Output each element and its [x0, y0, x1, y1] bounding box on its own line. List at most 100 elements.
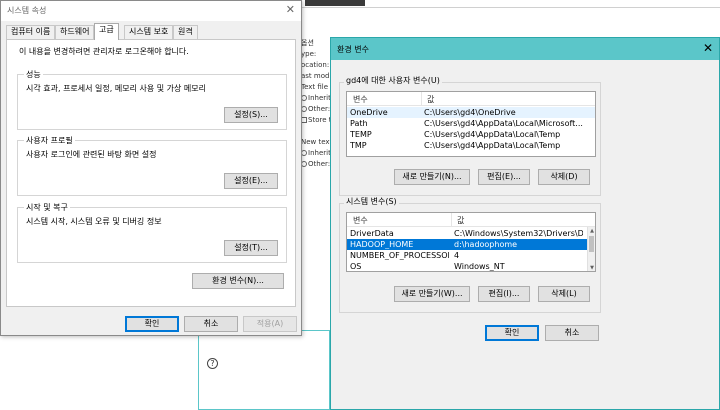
background-side-label-text: 옵션	[301, 39, 314, 47]
background-side-label-text: New text	[301, 138, 331, 146]
window-title: 환경 변수	[337, 45, 369, 54]
background-side-label[interactable]: Other:	[301, 159, 331, 170]
table-row[interactable]: TMP C:\Users\gd4\AppData\Local\Temp	[347, 140, 595, 151]
user-variables-group: gd4에 대한 사용자 변수(U) 변수 값 OneDrive C:\Users\…	[339, 75, 601, 196]
user-variables-label: gd4에 대한 사용자 변수(U)	[344, 75, 442, 86]
user-profiles-group: 사용자 프로필 사용자 로그인에 관련된 바탕 화면 설정 설정(E)...	[17, 135, 287, 196]
system-delete-button[interactable]: 삭제(L)	[538, 286, 590, 302]
user-profiles-settings-button[interactable]: 설정(E)...	[224, 173, 278, 189]
column-divider[interactable]	[421, 92, 422, 106]
table-row[interactable]: NUMBER_OF_PROCESSORS 4	[347, 250, 595, 261]
background-side-label: ype:	[301, 49, 331, 60]
background-side-label: ast modifie	[301, 71, 331, 82]
background-side-label-text: Inherite	[308, 94, 331, 102]
performance-label: 성능	[24, 69, 43, 80]
variable-value-cell: C:\Users\gd4\AppData\Local\Temp	[424, 141, 561, 150]
table-row[interactable]: TEMP C:\Users\gd4\AppData\Local\Temp	[347, 129, 595, 140]
variable-value-cell: C:\Users\gd4\AppData\Local\Temp	[424, 130, 561, 139]
tab-hardware[interactable]: 하드웨어	[55, 25, 95, 39]
user-edit-button[interactable]: 편집(E)...	[478, 169, 530, 185]
background-side-label: Text file e	[301, 82, 331, 93]
table-row[interactable]: OneDrive C:\Users\gd4\OneDrive	[347, 107, 595, 118]
ok-button[interactable]: 확인	[485, 325, 539, 341]
system-edit-button[interactable]: 편집(I)...	[478, 286, 530, 302]
system-properties-window: 시스템 속성 ✕ 컴퓨터 이름 하드웨어 고급 시스템 보호 원격 이 내용을 …	[0, 0, 302, 336]
system-new-button[interactable]: 새로 만들기(W)...	[394, 286, 470, 302]
background-side-label: 옵션	[301, 38, 331, 49]
list-header: 변수 값	[347, 213, 595, 227]
user-new-button[interactable]: 새로 만들기(N)...	[394, 169, 470, 185]
variable-name-cell: OneDrive	[350, 108, 388, 117]
close-icon[interactable]: ✕	[286, 4, 295, 16]
system-variables-group: 시스템 변수(S) 변수 값 DriverData C:\Windows\Syst…	[339, 196, 601, 313]
startup-recovery-group: 시작 및 복구 시스템 시작, 시스템 오류 및 디버깅 정보 설정(T)...	[17, 202, 287, 263]
table-row[interactable]: DriverData C:\Windows\System32\Drivers\Dr	[347, 228, 595, 239]
variable-name-cell: DriverData	[350, 229, 394, 238]
list-header: 변수 값	[347, 92, 595, 106]
environment-variables-button[interactable]: 환경 변수(N)...	[192, 273, 284, 289]
variable-name-cell: TEMP	[350, 130, 372, 139]
scroll-down-icon[interactable]: ▼	[588, 264, 595, 271]
background-side-label-text: Store t	[308, 116, 331, 124]
background-side-label-text: ast modifie	[301, 72, 331, 80]
table-row[interactable]: Path C:\Users\gd4\AppData\Local\Microsoft…	[347, 118, 595, 129]
variable-value-cell: C:\Users\gd4\AppData\Local\Microsoft...	[424, 119, 583, 128]
variable-name-cell: NUMBER_OF_PROCESSORS	[350, 251, 449, 260]
user-variables-list[interactable]: 변수 값 OneDrive C:\Users\gd4\OneDrive Path C:…	[346, 91, 596, 157]
ok-button[interactable]: 확인	[125, 316, 179, 332]
vertical-scrollbar[interactable]: ▲ ▼	[587, 227, 595, 271]
startup-recovery-settings-button[interactable]: 설정(T)...	[224, 240, 278, 256]
background-side-label: ocation:	[301, 60, 331, 71]
column-header-value[interactable]: 값	[457, 215, 464, 226]
background-dark-strip	[305, 0, 365, 6]
background-side-label-text: Text file e	[301, 83, 331, 91]
table-row[interactable]: HADOOP_HOME d:\hadoophome	[347, 239, 595, 250]
column-header-variable[interactable]: 변수	[353, 94, 368, 105]
variable-name-cell: TMP	[350, 141, 367, 150]
user-profiles-description: 사용자 로그인에 관련된 바탕 화면 설정	[26, 150, 157, 159]
advanced-tab-panel: 이 내용을 변경하려면 관리자로 로그온해야 합니다. 성능 시각 효과, 프로…	[6, 39, 296, 307]
background-side-label[interactable]: Inherite	[301, 93, 331, 104]
cancel-button[interactable]: 취소	[545, 325, 599, 341]
variable-name-cell: Path	[350, 119, 368, 128]
background-side-label[interactable]: Other:	[301, 104, 331, 115]
background-side-label-text: Inherite	[308, 149, 331, 157]
variable-name-cell: OS	[350, 262, 362, 271]
background-side-label[interactable]: Store t	[301, 115, 331, 126]
help-icon[interactable]: ?	[207, 358, 218, 369]
tab-advanced[interactable]: 고급	[94, 23, 119, 40]
scroll-up-icon[interactable]: ▲	[588, 227, 595, 235]
startup-recovery-description: 시스템 시작, 시스템 오류 및 디버깅 정보	[26, 217, 162, 226]
column-header-variable[interactable]: 변수	[353, 215, 368, 226]
user-delete-button[interactable]: 삭제(D)	[538, 169, 590, 185]
background-side-label	[301, 126, 331, 137]
variable-value-cell: Windows_NT	[454, 262, 505, 271]
admin-notice: 이 내용을 변경하려면 관리자로 로그온해야 합니다.	[19, 47, 189, 56]
background-side-label[interactable]: Inherite	[301, 148, 331, 159]
tab-remote[interactable]: 원격	[173, 25, 198, 39]
background-side-label-text: Other:	[308, 105, 331, 113]
background-panel	[198, 330, 330, 410]
tab-system-protection[interactable]: 시스템 보호	[124, 25, 174, 39]
variable-name-cell: HADOOP_HOME	[350, 240, 414, 249]
system-variables-list[interactable]: 변수 값 DriverData C:\Windows\System32\Drive…	[346, 212, 596, 272]
column-divider[interactable]	[451, 213, 452, 227]
environment-variables-window: 환경 변수 ✕ gd4에 대한 사용자 변수(U) 변수 값 OneDrive C…	[330, 37, 720, 410]
startup-recovery-label: 시작 및 복구	[24, 202, 70, 213]
cancel-button[interactable]: 취소	[184, 316, 238, 332]
performance-description: 시각 효과, 프로세서 일정, 메모리 사용 및 가상 메모리	[26, 84, 206, 93]
background-side-label: New text	[301, 137, 331, 148]
scroll-thumb[interactable]	[589, 236, 594, 252]
table-row[interactable]: OS Windows_NT	[347, 261, 595, 271]
tab-computer-name[interactable]: 컴퓨터 이름	[6, 25, 56, 39]
system-variables-label: 시스템 변수(S)	[344, 196, 399, 207]
variable-value-cell: C:\Users\gd4\OneDrive	[424, 108, 516, 117]
variable-value-cell: 4	[454, 251, 460, 260]
column-header-value[interactable]: 값	[427, 94, 434, 105]
close-icon[interactable]: ✕	[703, 42, 713, 54]
environment-variables-titlebar: 환경 변수 ✕	[331, 38, 719, 60]
system-properties-titlebar: 시스템 속성 ✕	[1, 1, 301, 21]
user-profiles-label: 사용자 프로필	[24, 135, 75, 146]
performance-settings-button[interactable]: 설정(S)...	[224, 107, 278, 123]
background-side-label-text: ype:	[301, 50, 317, 58]
